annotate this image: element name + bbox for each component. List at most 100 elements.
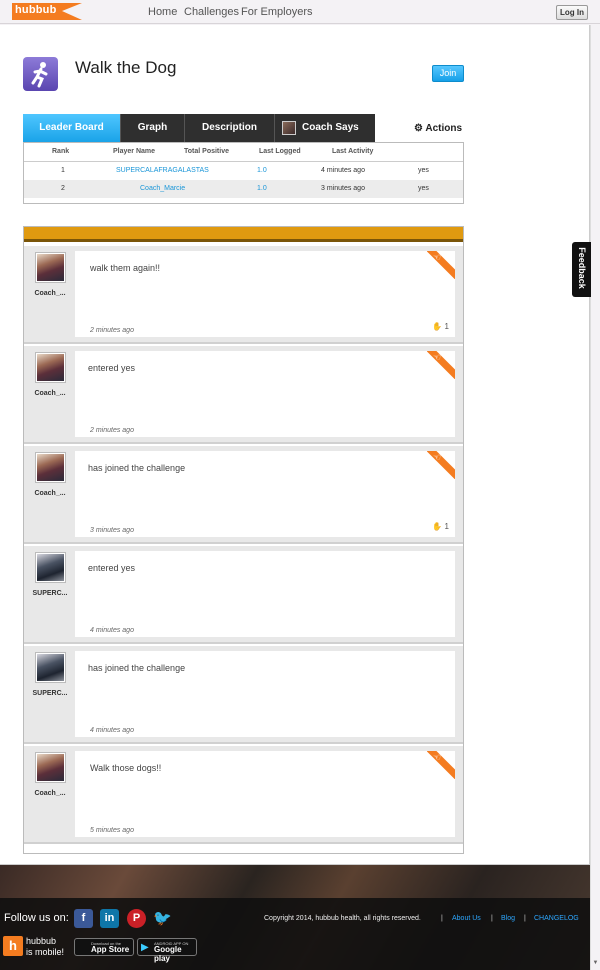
feed-timestamp: 4 minutes ago (90, 727, 134, 734)
avatar[interactable] (36, 253, 65, 282)
feed-message-box: has joined the challenge 4 minutes ago (75, 651, 455, 737)
avatar[interactable] (36, 753, 65, 782)
tab-leader-board[interactable]: Leader Board (23, 114, 121, 142)
activity-feed: Coach_... ☜ walk them again!! 2 minutes … (23, 226, 464, 854)
high-five-icon: ✋ (432, 322, 443, 331)
high-five-button[interactable]: ✋ 1 (432, 322, 449, 331)
avatar[interactable] (36, 453, 65, 482)
footer-separator: | (441, 915, 443, 922)
table-row: 2 Coach_Marcie 1.0 3 minutes ago yes (24, 180, 463, 198)
feed-item: SUPERC... entered yes 4 minutes ago (24, 546, 463, 644)
leaderboard-table: Rank Player Name Total Positive Last Log… (23, 142, 464, 204)
page-scrollbar[interactable] (590, 25, 600, 970)
google-play-text: Google play (154, 945, 182, 963)
tab-graph[interactable]: Graph (121, 114, 185, 142)
username[interactable]: SUPERC... (30, 590, 70, 597)
player-link[interactable]: SUPERCALAFRAGALASTAS (116, 167, 209, 174)
linkedin-icon[interactable]: in (100, 909, 119, 928)
row-last-logged: 4 minutes ago (321, 167, 365, 174)
username[interactable]: Coach_... (30, 490, 70, 497)
feed-header-bar (24, 227, 463, 242)
facebook-icon[interactable]: f (74, 909, 93, 928)
col-header-total-positive: Total Positive (184, 148, 229, 155)
feed-message: entered yes (88, 563, 136, 573)
hubbub-mobile-logo: h (3, 936, 23, 956)
table-row: 1 SUPERCALAFRAGALASTAS 1.0 4 minutes ago… (24, 162, 463, 180)
play-icon: ▶ (141, 942, 149, 953)
col-header-last-logged: Last Logged (259, 148, 301, 155)
follow-us-label: Follow us on: (4, 912, 69, 924)
twitter-icon[interactable]: 🐦 (153, 909, 172, 928)
pinterest-icon[interactable]: P (127, 909, 146, 928)
join-button[interactable]: Join (432, 65, 464, 82)
login-button[interactable]: Log In (556, 5, 588, 20)
nav-for-employers-link[interactable]: For Employers (241, 6, 313, 18)
nav-challenges-link[interactable]: Challenges (184, 6, 239, 18)
feed-message-box: ☜ walk them again!! 2 minutes ago ✋ 1 (75, 251, 455, 337)
avatar[interactable] (36, 353, 65, 382)
scroll-down-arrow-icon[interactable]: ▼ (591, 960, 600, 970)
feed-timestamp: 2 minutes ago (90, 427, 134, 434)
username[interactable]: Coach_... (30, 390, 70, 397)
coach-thumbnail (282, 121, 296, 135)
footer-separator: | (491, 915, 493, 922)
actions-menu[interactable]: ⚙ Actions (414, 123, 462, 134)
hand-icon: ☜ (433, 452, 442, 462)
app-store-badge[interactable]: Download on the App Store (74, 938, 134, 956)
blog-link[interactable]: Blog (501, 915, 515, 922)
coach-ribbon-icon: ☜ (427, 451, 455, 479)
footer: Follow us on: f in P 🐦 Copyright 2014, h… (0, 865, 590, 970)
feed-message: entered yes (88, 363, 136, 373)
row-last-logged: 3 minutes ago (321, 185, 365, 192)
coach-ribbon-icon: ☜ (427, 351, 455, 379)
hubbub-logo[interactable]: hubbub (12, 3, 82, 20)
nav-home-link[interactable]: Home (148, 6, 177, 18)
username[interactable]: SUPERC... (30, 690, 70, 697)
changelog-link[interactable]: CHANGELOG (534, 915, 579, 922)
feed-item: Coach_... ☜ Walk those dogs!! 5 minutes … (24, 746, 463, 844)
tab-coach-says[interactable]: Coach Says (275, 114, 375, 142)
col-header-rank: Rank (52, 148, 70, 155)
feed-message-box: entered yes 4 minutes ago (75, 551, 455, 637)
feed-message-box: ☜ has joined the challenge 3 minutes ago… (75, 451, 455, 537)
row-rank: 2 (61, 185, 65, 192)
about-us-link[interactable]: About Us (452, 915, 481, 922)
mobile-text: hubbub is mobile! (26, 936, 74, 958)
actions-label: Actions (425, 123, 463, 134)
coach-ribbon-icon: ☜ (427, 751, 455, 779)
feedback-tab[interactable]: Feedback (572, 242, 591, 297)
walking-person-icon (23, 57, 58, 91)
hand-icon: ☜ (433, 252, 442, 262)
tab-description[interactable]: Description (185, 114, 275, 142)
row-total: 1.0 (257, 167, 267, 174)
high-five-icon: ✋ (432, 522, 443, 531)
top-nav-bar: hubbub Home Challenges For Employers Log… (0, 0, 600, 24)
player-link[interactable]: Coach_Marcie (140, 185, 185, 192)
feedback-label: Feedback (577, 247, 587, 289)
avatar[interactable] (36, 553, 65, 582)
challenge-title: Walk the Dog (75, 58, 177, 77)
username[interactable]: Coach_... (30, 290, 70, 297)
high-five-count: 1 (444, 522, 449, 531)
google-play-badge[interactable]: ▶ ANDROID APP ON Google play (137, 938, 197, 963)
avatar[interactable] (36, 653, 65, 682)
tab-coach-says-label: Coach Says (302, 122, 359, 133)
row-rank: 1 (61, 167, 65, 174)
gear-icon: ⚙ (414, 123, 423, 134)
copyright-text: Copyright 2014, hubbub health, all right… (264, 915, 421, 922)
feed-timestamp: 5 minutes ago (90, 827, 134, 834)
high-five-button[interactable]: ✋ 1 (432, 522, 449, 531)
col-header-last-activity: Last Activity (332, 148, 374, 155)
mobile-text-line1: hubbub (26, 936, 57, 946)
username[interactable]: Coach_... (30, 790, 70, 797)
mobile-text-line2: is mobile! (26, 947, 65, 957)
hand-icon: ☜ (433, 752, 442, 762)
hand-icon: ☜ (433, 352, 442, 362)
feed-message: has joined the challenge (88, 663, 186, 673)
row-total: 1.0 (257, 185, 267, 192)
feed-message: Walk those dogs!! (90, 763, 162, 773)
coach-ribbon-icon: ☜ (427, 251, 455, 279)
row-last-activity: yes (418, 167, 429, 174)
feed-timestamp: 4 minutes ago (90, 627, 134, 634)
feed-timestamp: 2 minutes ago (90, 327, 134, 334)
